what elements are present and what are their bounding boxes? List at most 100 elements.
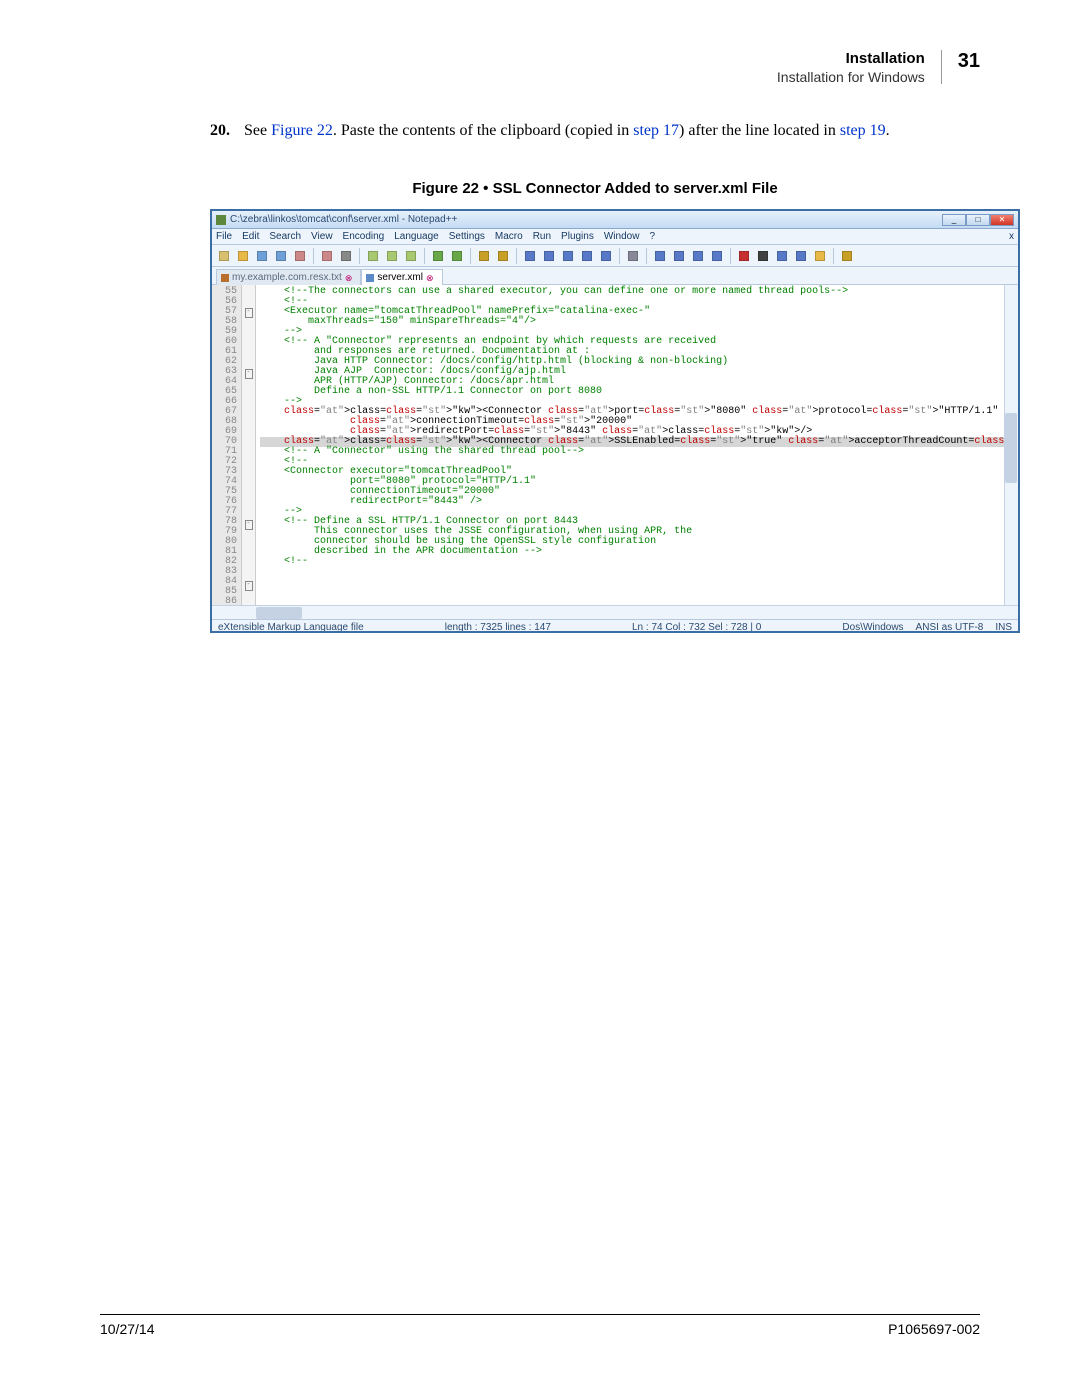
toolbar-separator bbox=[424, 248, 425, 264]
tab-label: my.example.com.resx.txt bbox=[232, 271, 342, 285]
code-area[interactable]: <!--The connectors can use a shared exec… bbox=[256, 285, 1018, 619]
find-icon[interactable] bbox=[476, 248, 492, 264]
file-icon bbox=[221, 274, 229, 282]
toolbar-separator bbox=[359, 248, 360, 264]
play-multi-icon[interactable] bbox=[793, 248, 809, 264]
menu-edit[interactable]: Edit bbox=[242, 230, 259, 244]
footer-date: 10/27/14 bbox=[100, 1321, 155, 1337]
print-icon[interactable] bbox=[338, 248, 354, 264]
horizontal-scrollbar[interactable] bbox=[212, 605, 1018, 619]
toolbar-separator bbox=[646, 248, 647, 264]
line-number-gutter: 5556575859606162636465666768697071727374… bbox=[212, 285, 242, 619]
step-text-segment: See bbox=[244, 122, 271, 139]
sync-v-icon[interactable] bbox=[560, 248, 576, 264]
menu-plugins[interactable]: Plugins bbox=[561, 230, 594, 244]
minimize-button[interactable]: _ bbox=[942, 214, 966, 226]
doc-map-icon[interactable] bbox=[690, 248, 706, 264]
status-encoding: ANSI as UTF-8 bbox=[916, 621, 984, 634]
wrap-icon[interactable] bbox=[598, 248, 614, 264]
menu-settings[interactable]: Settings bbox=[449, 230, 485, 244]
footer-docid: P1065697-002 bbox=[888, 1321, 980, 1337]
indent-guide-icon[interactable] bbox=[652, 248, 668, 264]
header-divider bbox=[941, 50, 942, 84]
zoom-out-icon[interactable] bbox=[541, 248, 557, 264]
function-list-icon[interactable] bbox=[709, 248, 725, 264]
menubar-close-icon[interactable]: x bbox=[1009, 230, 1014, 244]
toolbar-separator bbox=[619, 248, 620, 264]
paste-icon[interactable] bbox=[403, 248, 419, 264]
menu-view[interactable]: View bbox=[311, 230, 333, 244]
page-number: 31 bbox=[958, 50, 980, 73]
step-text: See Figure 22. Paste the contents of the… bbox=[244, 120, 890, 142]
play-icon[interactable] bbox=[774, 248, 790, 264]
figure-caption: Figure 22 • SSL Connector Added to serve… bbox=[210, 178, 980, 199]
new-file-icon[interactable] bbox=[216, 248, 232, 264]
status-length: length : 7325 lines : 147 bbox=[445, 621, 551, 634]
tab-bar: my.example.com.resx.txt⊗server.xml⊗ bbox=[212, 267, 1018, 285]
file-icon bbox=[366, 274, 374, 282]
open-file-icon[interactable] bbox=[235, 248, 251, 264]
stop-icon[interactable] bbox=[755, 248, 771, 264]
zoom-in-icon[interactable] bbox=[522, 248, 538, 264]
replace-icon[interactable] bbox=[495, 248, 511, 264]
toolbar-separator bbox=[470, 248, 471, 264]
sync-h-icon[interactable] bbox=[579, 248, 595, 264]
menu-help[interactable]: ? bbox=[649, 230, 655, 244]
window-titlebar[interactable]: C:\zebra\linkos\tomcat\conf\server.xml -… bbox=[212, 211, 1018, 229]
menu-encoding[interactable]: Encoding bbox=[343, 230, 385, 244]
header-subsection: Installation for Windows bbox=[777, 69, 925, 85]
menu-file[interactable]: File bbox=[216, 230, 232, 244]
vertical-scroll-thumb[interactable] bbox=[1005, 413, 1017, 483]
menu-search[interactable]: Search bbox=[269, 230, 301, 244]
body-content: 20. See Figure 22. Paste the contents of… bbox=[210, 120, 980, 633]
close-icon[interactable] bbox=[292, 248, 308, 264]
status-eol: Dos\Windows bbox=[842, 621, 903, 634]
menubar: File Edit Search View Encoding Language Settin… bbox=[212, 229, 1018, 245]
menu-language[interactable]: Language bbox=[394, 230, 439, 244]
tab-my-example-com-resx-txt[interactable]: my.example.com.resx.txt⊗ bbox=[216, 269, 361, 285]
menu-macro[interactable]: Macro bbox=[495, 230, 523, 244]
save-all-icon[interactable] bbox=[273, 248, 289, 264]
vertical-scrollbar[interactable] bbox=[1004, 285, 1018, 619]
toolbar-separator bbox=[313, 248, 314, 264]
screenshot-notepadpp: C:\zebra\linkos\tomcat\conf\server.xml -… bbox=[210, 209, 1020, 633]
close-button[interactable]: ✕ bbox=[990, 214, 1014, 226]
status-position: Ln : 74 Col : 732 Sel : 728 | 0 bbox=[632, 621, 761, 634]
folder-icon[interactable] bbox=[671, 248, 687, 264]
save-macro-icon[interactable] bbox=[812, 248, 828, 264]
page-footer: 10/27/14 P1065697-002 bbox=[100, 1314, 980, 1337]
step-text-segment: . Paste the contents of the clipboard (c… bbox=[333, 122, 633, 139]
step-20: 20. See Figure 22. Paste the contents of… bbox=[210, 120, 980, 142]
status-overtype: INS bbox=[995, 621, 1012, 634]
step-text-segment: ) after the line located in bbox=[679, 122, 840, 139]
header-section: Installation bbox=[777, 50, 925, 67]
horizontal-scroll-thumb[interactable] bbox=[256, 607, 302, 619]
link-step-17[interactable]: step 17 bbox=[633, 122, 679, 139]
save-icon[interactable] bbox=[254, 248, 270, 264]
cut-icon[interactable] bbox=[365, 248, 381, 264]
tab-server-xml[interactable]: server.xml⊗ bbox=[361, 269, 442, 285]
maximize-button[interactable]: □ bbox=[966, 214, 990, 226]
show-all-icon[interactable] bbox=[625, 248, 641, 264]
undo-icon[interactable] bbox=[430, 248, 446, 264]
spacer-icon[interactable] bbox=[839, 248, 855, 264]
toolbar-separator bbox=[516, 248, 517, 264]
menu-window[interactable]: Window bbox=[604, 230, 640, 244]
toolbar bbox=[212, 245, 1018, 267]
copy-icon[interactable] bbox=[384, 248, 400, 264]
status-bar: eXtensible Markup Language file length :… bbox=[212, 619, 1018, 633]
redo-icon[interactable] bbox=[449, 248, 465, 264]
tab-close-icon[interactable]: ⊗ bbox=[345, 272, 353, 285]
step-text-segment: . bbox=[886, 122, 890, 139]
window-title: C:\zebra\linkos\tomcat\conf\server.xml -… bbox=[230, 213, 457, 227]
menu-run[interactable]: Run bbox=[533, 230, 551, 244]
record-icon[interactable] bbox=[736, 248, 752, 264]
fold-gutter[interactable]: ---- bbox=[242, 285, 256, 619]
close-all-icon[interactable] bbox=[319, 248, 335, 264]
link-step-19[interactable]: step 19 bbox=[840, 122, 886, 139]
link-figure-22[interactable]: Figure 22 bbox=[271, 122, 333, 139]
tab-close-icon[interactable]: ⊗ bbox=[426, 272, 434, 285]
tab-label: server.xml bbox=[377, 271, 423, 285]
code-editor[interactable]: 5556575859606162636465666768697071727374… bbox=[212, 285, 1018, 619]
toolbar-separator bbox=[833, 248, 834, 264]
